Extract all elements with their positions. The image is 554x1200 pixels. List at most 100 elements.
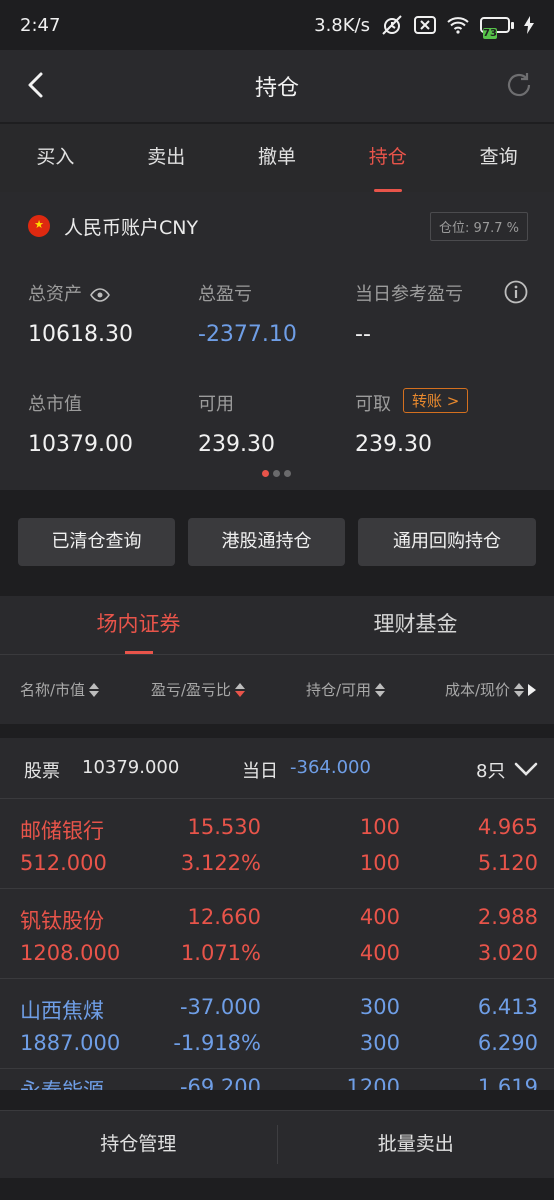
holding-row[interactable]: 钒钛股份 1208.000 12.660 1.071% 400 400 2.98… (0, 888, 554, 978)
tab-exchange-securities[interactable]: 场内证券 (0, 596, 277, 654)
stock-price: 6.290 (477, 1031, 538, 1055)
tab-cancel-order[interactable]: 撤单 (222, 124, 333, 192)
account-header: ★ 人民币账户CNY 仓位: 97.7 % (28, 211, 528, 241)
wifi-icon (447, 17, 469, 34)
col-position-available[interactable]: 持仓/可用 (306, 679, 386, 700)
stock-name: 邮储银行 (20, 819, 104, 843)
battery-icon: 73 (480, 17, 514, 39)
market-tabs: 场内证券 理财基金 (0, 596, 554, 654)
stock-market-value: 1208.000 (20, 941, 121, 965)
info-icon[interactable] (504, 280, 528, 304)
refresh-icon[interactable] (504, 70, 534, 100)
stock-price: 3.020 (477, 941, 538, 965)
stock-market-value: 512.000 (20, 851, 107, 875)
total-pl-value: -2377.10 (198, 322, 297, 347)
col-pl-ratio[interactable]: 盈亏/盈亏比 (151, 679, 246, 700)
stock-cost: 1.619 (477, 1075, 538, 1090)
cleared-query-button[interactable]: 已清仓查询 (18, 518, 175, 566)
action-buttons: 已清仓查询 港股通持仓 通用回购持仓 (0, 506, 554, 580)
stock-name: 永泰能源 (20, 1075, 104, 1090)
stock-position: 1200 (346, 1075, 400, 1090)
stock-available: 300 (359, 1031, 400, 1055)
repo-positions-button[interactable]: 通用回购持仓 (358, 518, 536, 566)
stock-price: 5.120 (477, 851, 538, 875)
tab-positions[interactable]: 持仓 (332, 124, 443, 192)
status-time: 2:47 (20, 14, 61, 36)
summary-day-value: -364.000 (290, 757, 371, 778)
china-flag-icon: ★ (28, 215, 50, 237)
daily-pl-value: -- (355, 322, 371, 347)
system-nav-area (0, 1178, 554, 1200)
page-indicator (262, 470, 291, 477)
stock-pl: 12.660 (187, 905, 261, 929)
available-label: 可用 (198, 394, 234, 415)
holding-row[interactable]: 永泰能源 -69.200 1200 1.619 (0, 1068, 554, 1090)
withdrawable-label: 可取 (355, 394, 391, 415)
hk-connect-positions-button[interactable]: 港股通持仓 (188, 518, 345, 566)
withdrawable-value: 239.30 (355, 432, 432, 457)
account-panel[interactable]: ★ 人民币账户CNY 仓位: 97.7 % 总资产 10618.30 总盈亏 -… (0, 192, 554, 490)
stock-position: 400 (359, 905, 400, 929)
tab-buy[interactable]: 买入 (0, 124, 111, 192)
network-speed: 3.8K/s (314, 14, 370, 36)
stock-cost: 6.413 (477, 995, 538, 1019)
market-value-label: 总市值 (28, 394, 82, 415)
market-value-value: 10379.00 (28, 432, 133, 457)
stock-available: 100 (359, 851, 400, 875)
transfer-button[interactable]: 转账 > (403, 388, 469, 413)
sort-desc-icon (235, 682, 246, 697)
stock-pl: -37.000 (179, 995, 261, 1019)
daily-pl-label: 当日参考盈亏 (355, 284, 463, 305)
holding-row[interactable]: 山西焦煤 1887.000 -37.000 -1.918% 300 300 6.… (0, 978, 554, 1068)
status-icons: 3.8K/s 73 (314, 14, 534, 39)
holdings-list: 邮储银行 512.000 15.530 3.122% 100 100 4.965… (0, 798, 554, 1090)
stock-summary[interactable]: 股票 10379.000 当日 -364.000 8只 (0, 738, 554, 798)
trade-tabs: 买入 卖出 撤单 持仓 查询 (0, 124, 554, 192)
status-bar: 2:47 3.8K/s 73 (0, 0, 554, 50)
scroll-right-icon[interactable] (528, 683, 537, 696)
sim-off-icon (414, 16, 436, 34)
stock-market-value: 1887.000 (20, 1031, 121, 1055)
holding-row[interactable]: 邮储银行 512.000 15.530 3.122% 100 100 4.965… (0, 798, 554, 888)
stock-name: 山西焦煤 (20, 999, 104, 1023)
stock-position: 100 (359, 815, 400, 839)
stock-pl-ratio: 1.071% (180, 941, 261, 965)
batch-sell-button[interactable]: 批量卖出 (278, 1111, 554, 1178)
stock-cost: 4.965 (477, 815, 538, 839)
stock-available: 400 (359, 941, 400, 965)
total-pl-label: 总盈亏 (198, 284, 252, 305)
column-header: 名称/市值 盈亏/盈亏比 持仓/可用 成本/现价 (0, 654, 554, 724)
eye-icon[interactable] (90, 288, 110, 302)
stock-position: 300 (359, 995, 400, 1019)
tab-query[interactable]: 查询 (443, 124, 554, 192)
total-assets-value: 10618.30 (28, 322, 133, 347)
stock-cost: 2.988 (477, 905, 538, 929)
nav-bar: 持仓 (0, 50, 554, 122)
alarm-off-icon (382, 15, 402, 35)
stock-name: 钒钛股份 (20, 909, 104, 933)
summary-label: 股票 (24, 761, 60, 782)
stock-pl: 15.530 (187, 815, 261, 839)
bottom-action-bar: 持仓管理 批量卖出 (0, 1110, 554, 1178)
stock-pl-ratio: 3.122% (180, 851, 261, 875)
tab-wealth-funds[interactable]: 理财基金 (277, 596, 554, 654)
position-ratio-badge: 仓位: 97.7 % (430, 211, 528, 241)
total-assets-label: 总资产 (28, 280, 110, 306)
sort-icon (375, 682, 386, 697)
summary-day-label: 当日 (242, 761, 278, 782)
chevron-down-icon[interactable] (514, 761, 538, 777)
stock-pl-ratio: -1.918% (173, 1031, 261, 1055)
charging-icon (524, 16, 534, 34)
col-cost-price[interactable]: 成本/现价 (445, 679, 537, 700)
sort-icon (514, 682, 525, 697)
col-name-market-value[interactable]: 名称/市值 (20, 679, 100, 700)
summary-count: 8只 (476, 761, 506, 782)
tab-sell[interactable]: 卖出 (111, 124, 222, 192)
back-arrow-icon[interactable] (22, 70, 52, 100)
available-value: 239.30 (198, 432, 275, 457)
sort-icon (89, 682, 100, 697)
account-name: 人民币账户CNY (64, 216, 199, 239)
position-manage-button[interactable]: 持仓管理 (0, 1111, 277, 1178)
stock-pl: -69.200 (179, 1075, 261, 1090)
page-title: 持仓 (254, 76, 299, 101)
